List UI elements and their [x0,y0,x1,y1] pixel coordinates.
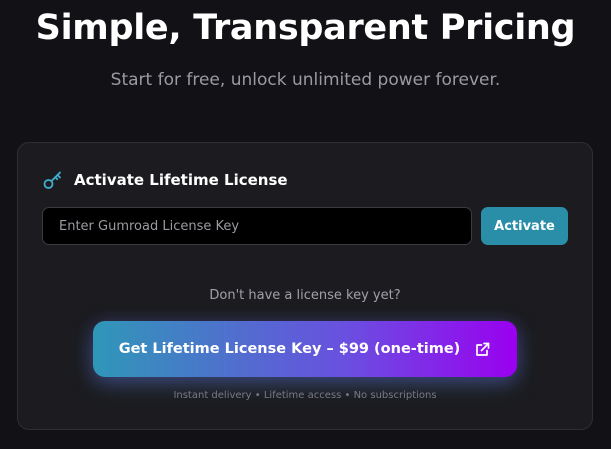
card-header: Activate Lifetime License [42,169,288,191]
pricing-page: Simple, Transparent Pricing Start for fr… [0,0,611,449]
license-card: Activate Lifetime License Activate Don't… [17,142,593,430]
activate-button[interactable]: Activate [481,207,568,245]
page-subtitle: Start for free, unlock unlimited power f… [110,70,501,90]
buy-license-label: Get Lifetime License Key – $99 (one-time… [118,341,461,357]
license-key-input[interactable] [42,207,472,245]
buy-license-button[interactable]: Get Lifetime License Key – $99 (one-time… [93,321,517,377]
key-icon [42,169,64,191]
card-title: Activate Lifetime License [74,171,288,189]
page-title: Simple, Transparent Pricing [35,8,576,48]
delivery-footnote: Instant delivery • Lifetime access • No … [173,390,437,401]
external-link-icon [474,341,491,358]
no-key-prompt: Don't have a license key yet? [209,288,401,303]
